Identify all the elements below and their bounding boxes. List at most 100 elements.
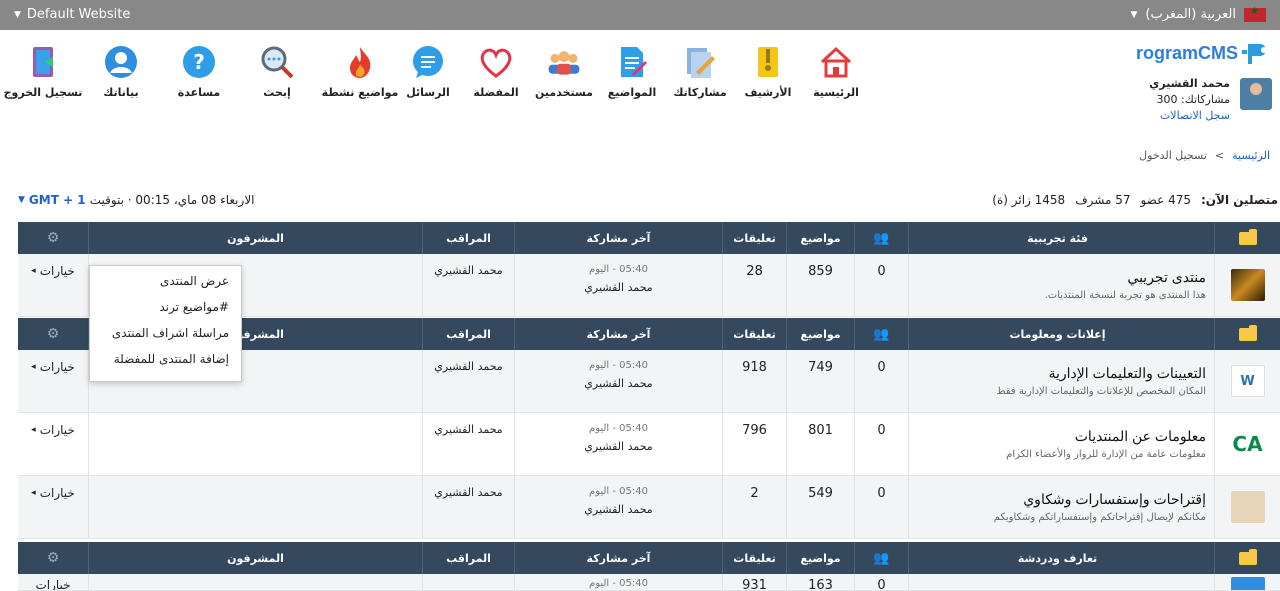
- options-button[interactable]: خيارات ◂: [31, 423, 75, 437]
- user-panel: محمد القشيري مشاركاتك: 300 سجل الاتصالات: [1112, 74, 1272, 124]
- online-count: 0: [854, 254, 908, 316]
- options-button[interactable]: خيارات: [35, 578, 70, 590]
- last-post-time: 05:40 - اليوم: [589, 578, 648, 589]
- timezone-selector[interactable]: الاربعاء 08 ماي، 00:15 · بتوقيت GMT + 1 …: [18, 193, 255, 207]
- nav-archive[interactable]: الأرشيف: [734, 44, 802, 99]
- comments-count: 796: [722, 413, 786, 475]
- fire-icon: [342, 44, 378, 80]
- site-logo[interactable]: rogramCMS: [1132, 38, 1272, 68]
- comments-count: 28: [722, 254, 786, 316]
- comments-count: 2: [722, 476, 786, 538]
- col-supervisors: المشرفون: [88, 222, 422, 254]
- morocco-flag-icon: [1244, 6, 1266, 22]
- last-post-time: 05:40 - اليوم: [589, 486, 648, 497]
- last-post-time: 05:40 - اليوم: [589, 423, 648, 434]
- users-online-icon: 👥: [873, 326, 890, 342]
- site-selector[interactable]: ▼ Default Website: [14, 7, 130, 22]
- moderator-name[interactable]: محمد القشيري: [422, 350, 514, 412]
- forum-title[interactable]: إقتراحات وإستفسارات وشكاوي: [994, 491, 1206, 508]
- menu-item-view-forum[interactable]: عرض المنتدى: [90, 274, 229, 300]
- folder-icon: [1238, 228, 1257, 245]
- col-moderator: المراقب: [422, 318, 514, 350]
- caret-right-icon: ◂: [31, 362, 36, 372]
- nav-topics[interactable]: المواضيع: [598, 44, 666, 99]
- col-moderator: المراقب: [422, 222, 514, 254]
- col-topics: مواضيع: [786, 318, 854, 350]
- users-online-icon: 👥: [873, 230, 890, 246]
- supervisors-cell: [88, 413, 422, 475]
- moderator-name[interactable]: محمد القشيري: [422, 254, 514, 316]
- language-selector[interactable]: العربية (المغرب) ▼: [1130, 6, 1266, 22]
- last-post-user[interactable]: محمد القشيري: [584, 281, 652, 294]
- forum-title[interactable]: منتدى تجريبي: [1045, 269, 1206, 286]
- caret-down-icon: ▼: [14, 9, 21, 20]
- table-row: إقتراحات وإستفسارات وشكاوي مكانكم لإيصال …: [18, 476, 1280, 539]
- last-post-user[interactable]: محمد القشيري: [584, 503, 652, 516]
- menu-item-contact-moderators[interactable]: مراسلة اشراف المنتدى: [90, 326, 229, 352]
- nav-home[interactable]: الرئيسية: [802, 44, 870, 99]
- nav-logout[interactable]: تسجيل الخروج: [4, 44, 82, 99]
- search-icon: [259, 44, 295, 80]
- gear-icon[interactable]: ⚙: [47, 230, 60, 246]
- category-header: فئة تجريبية 👥 مواضيع تعليقات آخر مشاركة …: [18, 222, 1280, 254]
- last-post-user[interactable]: محمد القشيري: [584, 440, 652, 453]
- menu-item-trending-topics[interactable]: #مواضيع ترند: [90, 300, 229, 326]
- nav-label: الرئيسية: [813, 86, 859, 99]
- forum-title[interactable]: التعيينات والتعليمات الإدارية: [996, 365, 1207, 382]
- user-posts: مشاركاتك: 300: [1156, 93, 1231, 106]
- category-title[interactable]: فئة تجريبية: [908, 222, 1214, 254]
- menu-item-add-favorite[interactable]: إضافة المنتدى للمفضلة: [90, 352, 229, 378]
- category-title[interactable]: إعلانات ومعلومات: [908, 318, 1214, 350]
- caret-down-icon: ▼: [1130, 9, 1138, 20]
- nav-help[interactable]: ? مساعدة: [160, 44, 238, 99]
- options-button[interactable]: خيارات ◂: [31, 360, 75, 374]
- category-block: تعارف ودردشة 👥 مواضيع تعليقات آخر مشاركة…: [18, 542, 1280, 591]
- nav-label: المفضلة: [473, 86, 519, 99]
- online-label: متصلين الآن:: [1200, 193, 1278, 207]
- moderator-name[interactable]: محمد القشيري: [422, 476, 514, 538]
- nav-label: بياناتك: [103, 86, 139, 99]
- top-bar: ▼ Default Website العربية (المغرب) ▼: [0, 0, 1280, 30]
- breadcrumb-home[interactable]: الرئيسية: [1232, 149, 1270, 162]
- online-count: 0: [854, 350, 908, 412]
- nav-messages[interactable]: الرسائل: [394, 44, 462, 99]
- forum-image: [1230, 577, 1265, 590]
- col-topics: مواضيع: [786, 542, 854, 574]
- options-button[interactable]: خيارات ◂: [31, 486, 75, 500]
- nav-label: الأرشيف: [744, 86, 792, 99]
- gear-icon[interactable]: ⚙: [47, 550, 60, 566]
- forum-image: [1230, 269, 1265, 301]
- connection-log-link[interactable]: سجل الاتصالات: [1160, 109, 1230, 122]
- gear-icon[interactable]: ⚙: [47, 326, 60, 342]
- nav-favorites[interactable]: المفضلة: [462, 44, 530, 99]
- col-last-post: آخر مشاركة: [514, 222, 722, 254]
- nav-search[interactable]: إبحث: [238, 44, 316, 99]
- nav-active-topics[interactable]: مواضيع نشطة: [322, 44, 398, 99]
- forum-image: CA: [1230, 428, 1265, 460]
- language-label: العربية (المغرب): [1145, 7, 1236, 22]
- moderator-name[interactable]: محمد القشيري: [422, 413, 514, 475]
- topics-count: 801: [786, 413, 854, 475]
- heart-icon: [478, 44, 514, 80]
- help-icon: ?: [181, 44, 217, 80]
- avatar[interactable]: [1240, 78, 1272, 110]
- forum-image: W: [1230, 365, 1265, 397]
- nav-profile[interactable]: بياناتك: [82, 44, 160, 99]
- logout-icon: [25, 44, 61, 80]
- online-count: 0: [854, 413, 908, 475]
- users-icon: [546, 44, 582, 80]
- online-count: 0: [854, 574, 908, 590]
- online-stats: متصلين الآن: 475 عضو 57 مشرف 1458 زائر (…: [992, 193, 1278, 207]
- col-comments: تعليقات: [722, 222, 786, 254]
- last-post-time: 05:40 - اليوم: [589, 360, 648, 371]
- options-button[interactable]: خيارات ◂: [31, 264, 75, 278]
- last-post-user[interactable]: محمد القشيري: [584, 377, 652, 390]
- category-title[interactable]: تعارف ودردشة: [908, 542, 1214, 574]
- nav-my-posts[interactable]: مشاركاتك: [666, 44, 734, 99]
- nav-label: تسجيل الخروج: [3, 86, 83, 99]
- topics-count: 163: [786, 574, 854, 590]
- topics-icon: [614, 44, 650, 80]
- forum-title[interactable]: معلومات عن المنتديات: [1006, 428, 1206, 445]
- nav-users[interactable]: مستخدمين: [530, 44, 598, 99]
- logo-text: rogramCMS: [1135, 42, 1238, 63]
